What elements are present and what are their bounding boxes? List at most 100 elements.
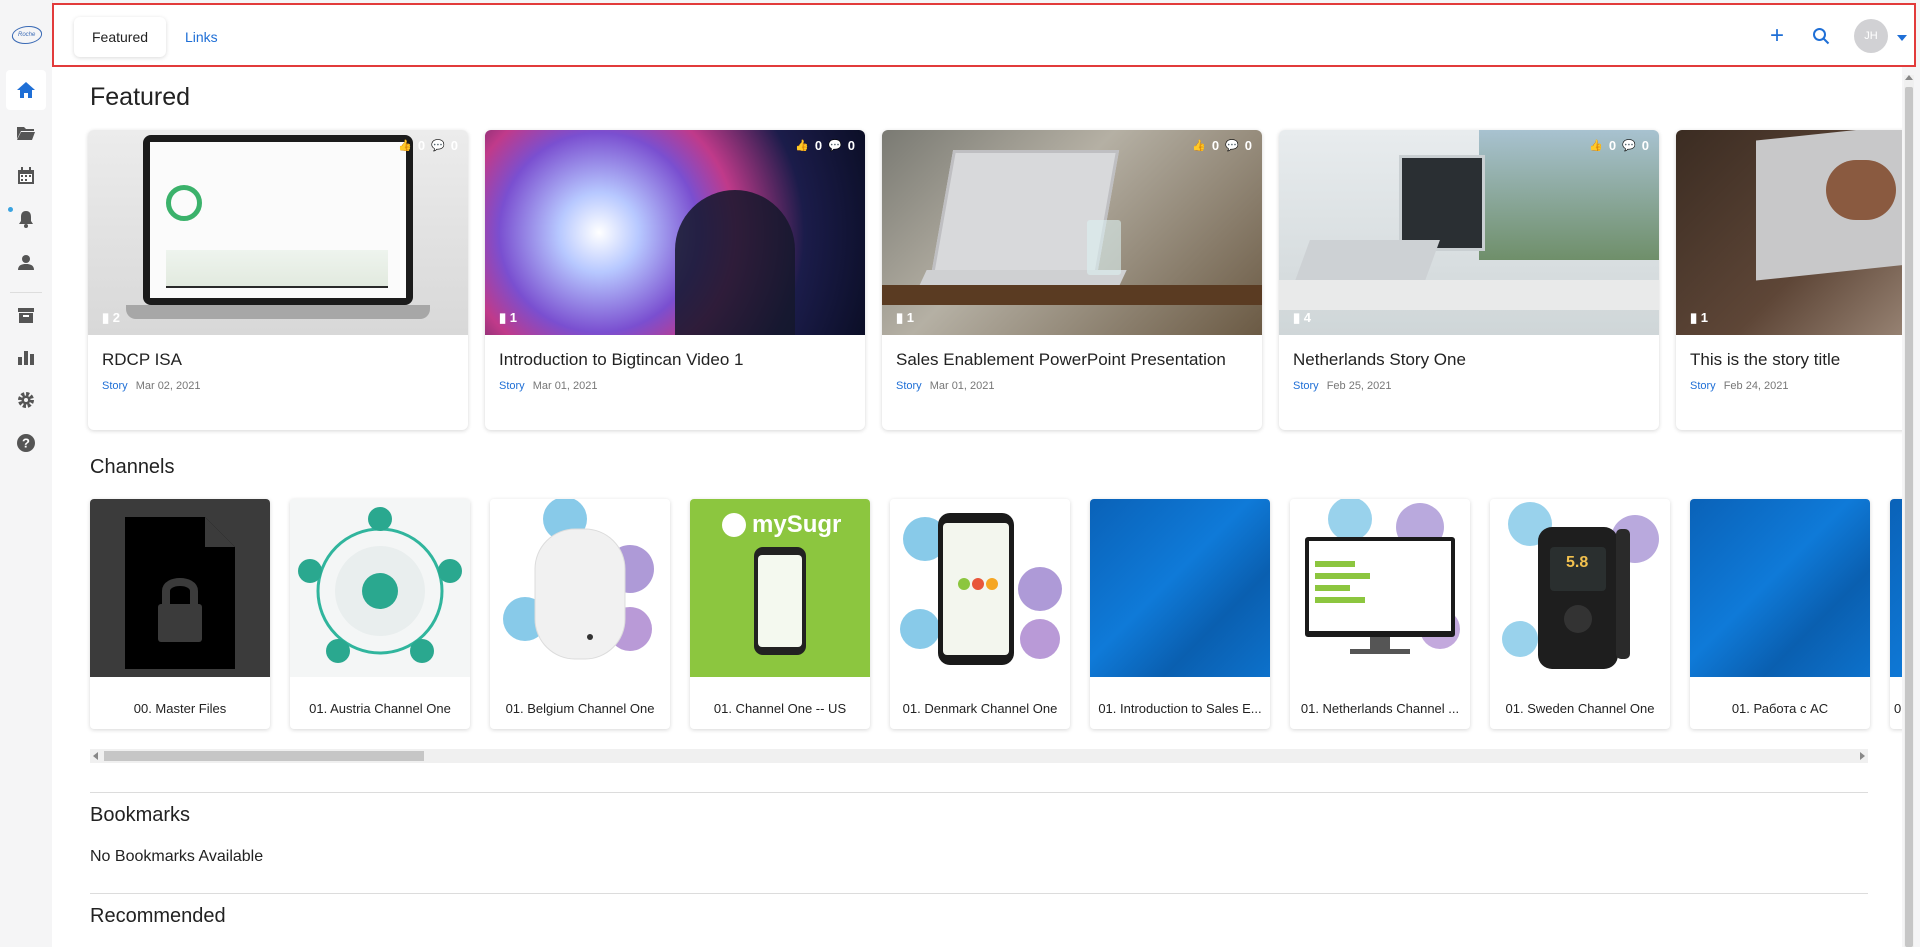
tab-links[interactable]: Links: [167, 17, 236, 57]
nav-home[interactable]: [6, 70, 46, 110]
nav-library[interactable]: [6, 113, 46, 153]
meter-reading: 5.8: [1566, 554, 1589, 571]
channel-label: 01. Denmark Channel One: [902, 701, 1058, 716]
nav-profile[interactable]: [6, 242, 46, 282]
glucose-meter-thumbnail: 5.8: [1490, 499, 1670, 677]
page-count: ▮ 1: [896, 310, 915, 325]
network-diagram-thumbnail: [290, 499, 470, 677]
document-icon: ▮: [896, 310, 904, 325]
user-icon: [18, 255, 34, 270]
mysugr-thumbnail: mySugr: [690, 499, 870, 677]
home-icon: [17, 82, 35, 98]
nav-settings[interactable]: [6, 380, 46, 420]
document-icon: ▮: [102, 310, 110, 325]
card-title[interactable]: Sales Enablement PowerPoint Presentation: [896, 350, 1226, 370]
nav-analytics[interactable]: [6, 337, 46, 377]
channel-card[interactable]: 01. Denmark Channel One: [890, 499, 1070, 729]
device-pod-icon: [503, 499, 654, 660]
card-title[interactable]: Netherlands Story One: [1293, 350, 1466, 370]
channel-card[interactable]: mySugr 01. Channel One -- US: [690, 499, 870, 729]
card-meta: Story Feb 25, 2021: [1293, 380, 1392, 392]
mobile-app-thumbnail: [890, 499, 1070, 677]
archive-icon: [18, 308, 34, 323]
featured-heading: Featured: [90, 83, 191, 111]
channel-card[interactable]: 0: [1890, 499, 1902, 729]
channel-card[interactable]: 01. Работа с AC: [1690, 499, 1870, 729]
featured-card[interactable]: 👍 0 💬 0 ▮ 4 Netherlands Story One Story Feb …: [1279, 130, 1659, 430]
channel-label: 01. Belgium Channel One: [505, 701, 655, 716]
lock-file-icon: [125, 517, 235, 669]
add-button[interactable]: +: [1762, 21, 1792, 51]
sidebar: Roche ?: [0, 0, 53, 947]
mobile-app-icon: [900, 513, 1062, 665]
tab-featured[interactable]: Featured: [74, 17, 167, 57]
thumbs-up-icon: 👍: [1589, 140, 1603, 152]
thumbs-up-icon: 👍: [1192, 140, 1206, 152]
scroll-left-arrow-icon[interactable]: [93, 752, 98, 760]
featured-card[interactable]: 👍 0 💬 0 ▮ 1 Sales Enablement PowerPoint Pre…: [882, 130, 1262, 430]
card-title[interactable]: RDCP ISA: [102, 350, 182, 370]
channel-label: 00. Master Files: [133, 701, 227, 716]
nav-help[interactable]: ?: [6, 423, 46, 463]
channel-label: 01. Netherlands Channel ...: [1300, 701, 1460, 716]
scrollbar-thumb[interactable]: [104, 751, 424, 761]
channel-card[interactable]: 01. Austria Channel One: [290, 499, 470, 729]
engagement-stats: 👍 0 💬 0: [1589, 138, 1649, 153]
blue-pattern-thumbnail: [1090, 499, 1270, 677]
gear-icon: [18, 392, 34, 408]
card-meta: Story Feb 24, 2021: [1690, 380, 1789, 392]
blue-pattern-thumbnail: [1890, 499, 1902, 677]
comment-icon: 💬: [431, 140, 445, 152]
featured-card[interactable]: 👍 0 💬 0 ▮ 1 Introduction to Bigtincan Video…: [485, 130, 865, 430]
featured-card[interactable]: ▮ 1 This is the story title Story Feb 24,…: [1676, 130, 1902, 430]
nav-calendar[interactable]: [6, 156, 46, 196]
channel-label: 01. Austria Channel One: [309, 701, 451, 716]
thumbs-up-icon: 👍: [398, 140, 412, 152]
section-divider: [90, 893, 1868, 894]
bar-chart-icon: [18, 351, 34, 365]
document-icon: ▮: [1293, 310, 1301, 325]
nav-notifications[interactable]: [6, 199, 46, 239]
locked-file-thumbnail: [90, 499, 270, 677]
scroll-up-arrow-icon[interactable]: [1905, 75, 1913, 80]
network-diagram-icon: [298, 507, 462, 663]
glucose-meter-icon: [1502, 502, 1659, 669]
page-count: ▮ 1: [499, 310, 518, 325]
roche-logo[interactable]: Roche: [10, 26, 44, 44]
comment-icon: 💬: [1225, 140, 1239, 152]
channel-card[interactable]: 01. Introduction to Sales E...: [1090, 499, 1270, 729]
channel-label: 0: [1894, 701, 1902, 716]
channel-label: 01. Работа с AC: [1731, 701, 1829, 716]
phone-graphic: [754, 547, 806, 655]
chevron-down-icon[interactable]: [1897, 35, 1907, 41]
card-title[interactable]: This is the story title: [1690, 350, 1840, 370]
card-title[interactable]: Introduction to Bigtincan Video 1: [499, 350, 743, 370]
channels-horizontal-scrollbar[interactable]: [90, 749, 1868, 763]
engagement-stats: 👍 0 💬 0: [795, 138, 855, 153]
typing-hands-thumbnail: [1676, 130, 1902, 335]
main-content: Featured 👍 0 💬 0 ▮ 2 RDCP ISA Story Mar 02, …: [52, 67, 1902, 947]
scrollbar-thumb[interactable]: [1905, 87, 1913, 947]
card-meta: Story Mar 02, 2021: [102, 380, 201, 392]
document-icon: ▮: [499, 310, 507, 325]
nav-archive[interactable]: [6, 295, 46, 335]
featured-card[interactable]: 👍 0 💬 0 ▮ 2 RDCP ISA Story Mar 02, 2021: [88, 130, 468, 430]
channel-card[interactable]: 01. Netherlands Channel ...: [1290, 499, 1470, 729]
monitor-dashboard-icon: [1305, 499, 1460, 654]
office-desk-thumbnail: [1279, 130, 1659, 335]
bookmarks-heading: Bookmarks: [90, 804, 191, 826]
channel-label: 01. Channel One -- US: [713, 701, 847, 716]
search-button[interactable]: [1806, 21, 1836, 51]
channel-card[interactable]: 01. Belgium Channel One: [490, 499, 670, 729]
card-meta: Story Mar 01, 2021: [896, 380, 995, 392]
monitor-dashboard-thumbnail: [1290, 499, 1470, 677]
scroll-right-arrow-icon[interactable]: [1860, 752, 1865, 760]
page-vertical-scrollbar[interactable]: [1904, 75, 1914, 947]
avatar[interactable]: JH: [1854, 19, 1888, 53]
folder-icon: [17, 127, 35, 140]
channel-card[interactable]: 5.8 01. Sweden Channel One: [1490, 499, 1670, 729]
plus-icon: +: [1769, 22, 1784, 49]
channel-card[interactable]: 00. Master Files: [90, 499, 270, 729]
page-count: ▮ 1: [1690, 310, 1709, 325]
help-icon: ?: [17, 434, 35, 452]
